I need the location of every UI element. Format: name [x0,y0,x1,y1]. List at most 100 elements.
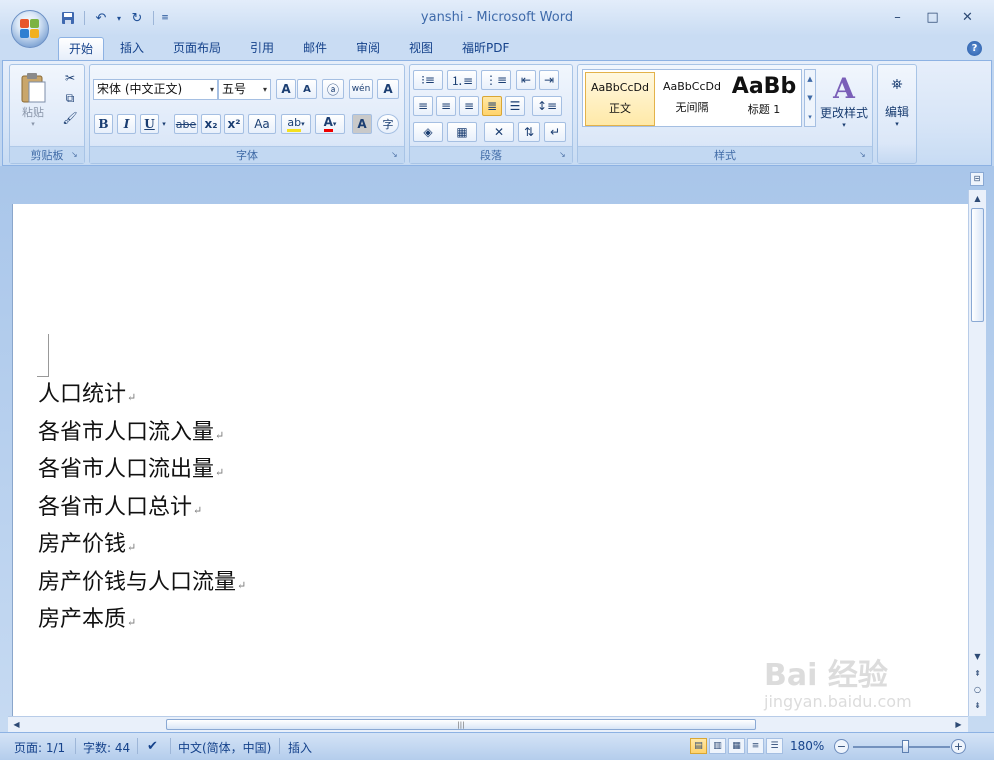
tab-references[interactable]: 引用 [240,37,284,60]
align-left-icon[interactable]: ≡ [413,96,433,116]
style-item-no-spacing[interactable]: AaBbCcDd 无间隔 [657,72,727,126]
align-right-icon[interactable]: ≡ [459,96,479,116]
numbering-icon[interactable]: ⒈≡ [447,70,477,90]
zoom-slider-thumb[interactable] [902,740,909,753]
select-browse-object-icon[interactable]: ○ [971,683,984,696]
view-ruler-icon[interactable]: ⊟ [970,172,984,186]
style-item-heading-1[interactable]: AaBb 标题 1 [729,72,799,126]
previous-page-icon[interactable]: ⇞ [971,667,984,680]
strikethrough-button[interactable]: abe [174,114,198,134]
horizontal-scroll-thumb[interactable]: ||| [166,719,756,730]
decrease-indent-icon[interactable]: ⇤ [516,70,536,90]
tab-page-layout[interactable]: 页面布局 [163,37,231,60]
underline-dropdown-icon[interactable]: ▾ [159,114,169,134]
ribbon-tabs: 开始 插入 页面布局 引用 邮件 审阅 视图 福昕PDF [0,36,994,60]
change-styles-button[interactable]: A 更改样式 ▾ [816,67,872,135]
insert-mode[interactable]: 插入 [288,739,312,756]
scroll-right-icon[interactable]: ▶ [952,718,965,731]
tab-mailings[interactable]: 邮件 [293,37,337,60]
help-icon[interactable]: ? [967,41,982,56]
italic-button[interactable]: I [117,114,136,134]
bullets-icon[interactable]: ⁝≡ [413,70,443,90]
shading-icon[interactable]: ◈ [413,122,443,142]
show-marks-icon[interactable]: ↵ [544,122,566,142]
grow-font-button[interactable]: A [276,79,296,99]
style-preview: AaBbCcDd [663,80,721,93]
document-line[interactable]: 房产本质↵ [38,606,136,637]
distributed-icon[interactable]: ☰ [505,96,525,116]
dialog-launcher-icon[interactable]: ↘ [391,150,401,160]
scroll-left-icon[interactable]: ◀ [10,718,23,731]
document-line[interactable]: 房产价钱↵ [38,531,136,562]
web-layout-icon[interactable]: ▦ [728,738,745,754]
word-count[interactable]: 字数: 44 [83,739,130,756]
copy-icon[interactable]: ⧉ [60,89,80,107]
zoom-level[interactable]: 180% [790,739,824,753]
increase-indent-icon[interactable]: ⇥ [539,70,559,90]
next-page-icon[interactable]: ⇟ [971,699,984,712]
line-spacing-icon[interactable]: ↕≡ [532,96,562,116]
font-size-select[interactable]: 五号 ▾ [218,79,271,100]
superscript-button[interactable]: x² [224,114,244,134]
enclose-characters-button[interactable]: 字 [377,114,399,134]
scroll-up-icon[interactable]: ▲ [971,192,984,205]
align-center-icon[interactable]: ≡ [436,96,456,116]
document-line[interactable]: 各省市人口流入量↵ [38,419,224,450]
font-color-icon[interactable]: A ▾ [315,114,345,134]
office-button[interactable] [11,10,49,48]
full-screen-reading-icon[interactable]: ▥ [709,738,726,754]
dialog-launcher-icon[interactable]: ↘ [559,150,569,160]
document-page[interactable]: 人口统计↵ 各省市人口流入量↵ 各省市人口流出量↵ 各省市人口总计↵ 房产价钱↵… [12,204,968,716]
proofing-icon[interactable]: ✔ [147,739,158,754]
shrink-font-button[interactable]: A [297,79,317,99]
borders-icon[interactable]: ▦ [447,122,477,142]
print-layout-icon[interactable]: ▤ [690,738,707,754]
document-line[interactable]: 各省市人口流出量↵ [38,456,224,487]
paste-button[interactable]: 粘贴 ▾ [14,69,52,131]
document-line[interactable]: 人口统计↵ [38,381,136,412]
format-painter-icon[interactable]: 🖌 [60,109,80,127]
clear-format-icon[interactable]: ⓐ [322,79,344,99]
draft-view-icon[interactable]: ☰ [766,738,783,754]
document-line[interactable]: 各省市人口总计↵ [38,494,202,525]
tab-view[interactable]: 视图 [399,37,443,60]
multilevel-list-icon[interactable]: ⋮≡ [481,70,511,90]
scroll-down-icon[interactable]: ▼ [971,650,984,663]
tab-home[interactable]: 开始 [58,37,105,60]
zoom-in-icon[interactable]: + [951,739,966,754]
vertical-scroll-thumb[interactable] [971,208,984,322]
minimize-button[interactable]: – [880,6,915,28]
paste-icon [21,73,46,103]
highlight-color-icon[interactable]: ab ▾ [281,114,311,134]
character-border-button[interactable]: A [377,79,399,99]
cut-icon[interactable]: ✂ [60,69,80,87]
underline-button[interactable]: U [140,114,159,134]
gallery-scroll[interactable]: ▲ ▼ ▾ [804,69,816,127]
justify-icon[interactable]: ≣ [482,96,502,116]
vertical-scrollbar[interactable]: ▲ ▼ ⇞ ○ ⇟ [968,190,986,716]
maximize-button[interactable]: □ [915,6,950,28]
dialog-launcher-icon[interactable]: ↘ [859,150,869,160]
horizontal-scrollbar[interactable]: ◀ ||| ▶ [8,716,968,732]
bold-button[interactable]: B [94,114,113,134]
editing-button[interactable]: ⛯ 编辑 ▾ [880,71,914,133]
tab-foxit-pdf[interactable]: 福昕PDF [452,37,519,60]
phonetic-guide-button[interactable]: wén [349,79,373,99]
outline-view-icon[interactable]: ≡ [747,738,764,754]
zoom-out-icon[interactable]: − [834,739,849,754]
subscript-button[interactable]: x₂ [201,114,221,134]
dialog-launcher-icon[interactable]: ↘ [71,150,81,160]
document-line[interactable]: 房产价钱与人口流量↵ [38,569,246,600]
sort-icon[interactable]: ⇅ [518,122,540,142]
close-button[interactable]: ✕ [950,6,985,28]
page-count[interactable]: 页面: 1/1 [14,739,65,756]
character-shading-button[interactable]: A [352,114,372,134]
change-case-button[interactable]: Aa [248,114,276,134]
tab-review[interactable]: 审阅 [346,37,390,60]
style-item-normal[interactable]: AaBbCcDd 正文 [585,72,655,126]
watermark-url: jingyan.baidu.com [764,692,912,711]
font-name-select[interactable]: 宋体 (中文正文) ▾ [93,79,218,100]
language-indicator[interactable]: 中文(简体，中国) [178,739,271,756]
chinese-layout-icon[interactable]: ✕ [484,122,514,142]
tab-insert[interactable]: 插入 [110,37,154,60]
